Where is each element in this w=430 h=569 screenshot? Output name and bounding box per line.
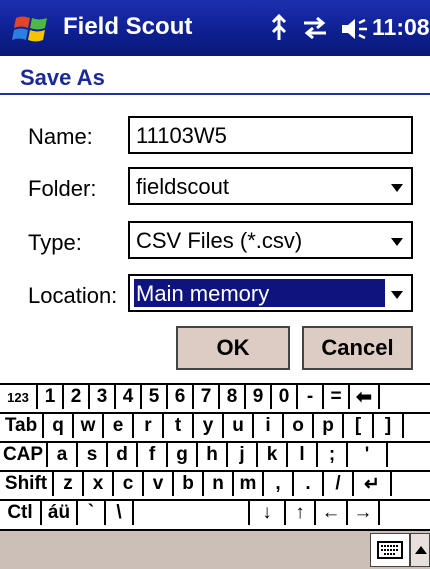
- key-l[interactable]: l: [288, 443, 318, 467]
- key-3[interactable]: 3: [90, 385, 116, 409]
- key-m[interactable]: m: [234, 472, 264, 496]
- clock[interactable]: 11:08: [372, 14, 430, 41]
- title-bar: Field Scout 11:08: [0, 0, 430, 56]
- type-dropdown[interactable]: CSV Files (*.csv): [128, 221, 413, 259]
- chevron-up-icon: [415, 546, 427, 554]
- key-shift[interactable]: Shift: [0, 472, 54, 496]
- key-semicolon[interactable]: ;: [318, 443, 348, 467]
- keyboard-row: Tab q w e r t y u i o p[]: [0, 412, 430, 438]
- menu-bar: [0, 531, 430, 569]
- key-backspace[interactable]: ⬅: [350, 385, 380, 409]
- key-k[interactable]: k: [258, 443, 288, 467]
- key-o[interactable]: o: [284, 414, 314, 438]
- keyboard-row: CAP a s d f g h j k l; ': [0, 441, 430, 467]
- keyboard-row: Shift z x c v b n m,. / ↵: [0, 470, 430, 496]
- folder-dropdown[interactable]: fieldscout: [128, 167, 413, 205]
- keyboard-icon: [377, 541, 403, 559]
- key-5[interactable]: 5: [142, 385, 168, 409]
- key-slash[interactable]: /: [324, 472, 354, 496]
- key-quote[interactable]: ': [348, 443, 388, 467]
- key-lbracket[interactable]: [: [344, 414, 374, 438]
- key-x[interactable]: x: [84, 472, 114, 496]
- key-9[interactable]: 9: [246, 385, 272, 409]
- key-left[interactable]: ←: [316, 501, 348, 525]
- key-y[interactable]: y: [194, 414, 224, 438]
- name-field[interactable]: 11103W5: [128, 116, 413, 154]
- windows-start-icon[interactable]: [12, 12, 54, 48]
- type-label: Type:: [28, 230, 82, 255]
- key-rbracket[interactable]: ]: [374, 414, 404, 438]
- key-space[interactable]: [134, 501, 250, 525]
- location-dropdown[interactable]: Main memory: [128, 274, 413, 312]
- volume-icon[interactable]: [340, 16, 368, 42]
- key-comma[interactable]: ,: [264, 472, 294, 496]
- key-backtick[interactable]: `: [78, 501, 106, 525]
- ok-button[interactable]: OK: [176, 326, 290, 370]
- key-backslash[interactable]: \: [106, 501, 134, 525]
- key-z[interactable]: z: [54, 472, 84, 496]
- key-enter[interactable]: ↵: [354, 472, 392, 496]
- input-panel-button[interactable]: [370, 533, 410, 567]
- key-7[interactable]: 7: [194, 385, 220, 409]
- key-f[interactable]: f: [138, 443, 168, 467]
- key-right[interactable]: →: [348, 501, 380, 525]
- key-0[interactable]: 0: [272, 385, 298, 409]
- key-tab[interactable]: Tab: [0, 414, 44, 438]
- key-h[interactable]: h: [198, 443, 228, 467]
- folder-value: fieldscout: [136, 174, 229, 199]
- key-123[interactable]: 123: [0, 385, 38, 409]
- chevron-down-icon[interactable]: [391, 238, 403, 246]
- key-cap[interactable]: CAP: [0, 443, 48, 467]
- chevron-down-icon[interactable]: [391, 291, 403, 299]
- key-s[interactable]: s: [78, 443, 108, 467]
- location-value: Main memory: [136, 281, 270, 306]
- key-4[interactable]: 4: [116, 385, 142, 409]
- key-d[interactable]: d: [108, 443, 138, 467]
- name-label: Name:: [28, 124, 93, 149]
- key-6[interactable]: 6: [168, 385, 194, 409]
- key-equals[interactable]: =: [324, 385, 350, 409]
- key-up[interactable]: ↑: [286, 501, 316, 525]
- key-g[interactable]: g: [168, 443, 198, 467]
- key-t[interactable]: t: [164, 414, 194, 438]
- input-method-menu-button[interactable]: [410, 533, 430, 567]
- key-a[interactable]: a: [48, 443, 78, 467]
- key-ctl[interactable]: Ctl: [0, 501, 42, 525]
- key-e[interactable]: e: [104, 414, 134, 438]
- key-p[interactable]: p: [314, 414, 344, 438]
- folder-label: Folder:: [28, 176, 97, 201]
- header-divider: [0, 93, 430, 95]
- location-label: Location:: [28, 283, 118, 308]
- keyboard-row: Ctl áü ` \ ↓ ↑ ← →: [0, 499, 430, 525]
- dialog-header: Save As: [0, 56, 430, 96]
- key-j[interactable]: j: [228, 443, 258, 467]
- key-period[interactable]: .: [294, 472, 324, 496]
- dialog-title: Save As: [20, 65, 105, 90]
- key-áü[interactable]: áü: [42, 501, 78, 525]
- app-title: Field Scout: [63, 13, 193, 40]
- key-r[interactable]: r: [134, 414, 164, 438]
- key-b[interactable]: b: [174, 472, 204, 496]
- signal-icon[interactable]: [267, 14, 291, 42]
- key-u[interactable]: u: [224, 414, 254, 438]
- type-value: CSV Files (*.csv): [136, 228, 303, 253]
- keyboard-row: 123 1 2 3 4 5 6 7 8 9 0- = ⬅: [0, 383, 430, 409]
- key-w[interactable]: w: [74, 414, 104, 438]
- chevron-down-icon[interactable]: [391, 184, 403, 192]
- name-value: 11103W5: [136, 123, 227, 148]
- soft-keyboard: 123 1 2 3 4 5 6 7 8 9 0- = ⬅ Tab q w e r t y u i o p[] CAP a s d f g h…: [0, 383, 430, 531]
- key-n[interactable]: n: [204, 472, 234, 496]
- key-8[interactable]: 8: [220, 385, 246, 409]
- key-minus[interactable]: -: [298, 385, 324, 409]
- connectivity-icon[interactable]: [301, 14, 329, 42]
- key-2[interactable]: 2: [64, 385, 90, 409]
- key-q[interactable]: q: [44, 414, 74, 438]
- key-down[interactable]: ↓: [250, 501, 286, 525]
- key-c[interactable]: c: [114, 472, 144, 496]
- key-i[interactable]: i: [254, 414, 284, 438]
- key-v[interactable]: v: [144, 472, 174, 496]
- cancel-button[interactable]: Cancel: [302, 326, 413, 370]
- key-1[interactable]: 1: [38, 385, 64, 409]
